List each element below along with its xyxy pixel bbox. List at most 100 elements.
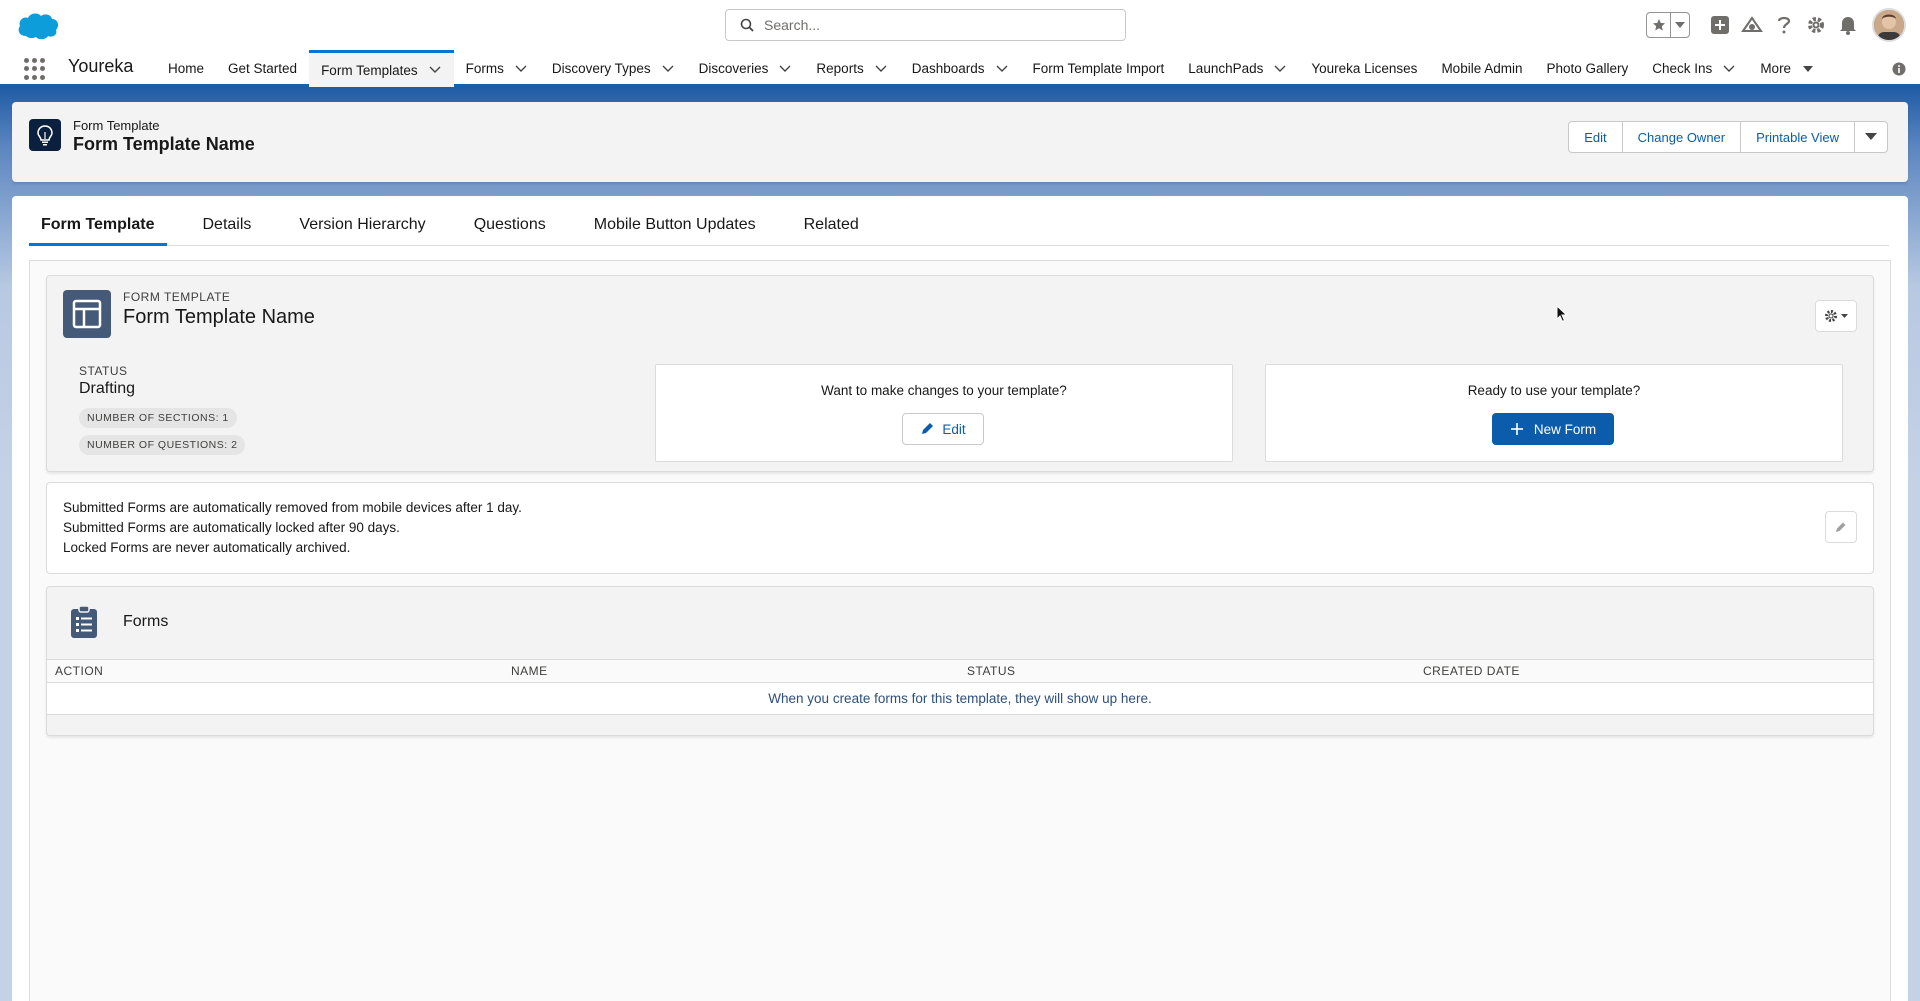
- nav-item-forms[interactable]: Forms: [454, 50, 540, 87]
- column-header-status[interactable]: STATUS: [967, 664, 1016, 678]
- record-tabs: Form Template Details Version Hierarchy …: [29, 212, 1889, 246]
- status-value: Drafting: [79, 380, 136, 397]
- nav-item-form-template-import[interactable]: Form Template Import: [1021, 50, 1177, 87]
- retention-mobile-text: Submitted Forms are automatically remove…: [63, 500, 522, 515]
- gear-icon: [1825, 310, 1837, 322]
- chevron-down-icon[interactable]: [1273, 62, 1287, 76]
- edit-record-button[interactable]: Edit: [1568, 121, 1623, 153]
- template-layout-icon: [63, 290, 111, 338]
- caret-down-icon[interactable]: [1801, 62, 1815, 76]
- favorites-star-icon[interactable]: [1647, 13, 1671, 37]
- setup-gear-icon[interactable]: [1800, 9, 1832, 41]
- edit-template-button[interactable]: Edit: [902, 413, 984, 445]
- change-owner-button[interactable]: Change Owner: [1621, 121, 1742, 153]
- notifications-bell-icon[interactable]: [1832, 9, 1864, 41]
- tab-mobile-button-updates[interactable]: Mobile Button Updates: [582, 212, 768, 246]
- forms-empty-message: When you create forms for this template,…: [47, 683, 1873, 715]
- nav-item-reports[interactable]: Reports: [804, 50, 899, 87]
- nav-item-form-templates[interactable]: Form Templates: [309, 50, 454, 87]
- change-template-box: Want to make changes to your template? E…: [655, 364, 1233, 462]
- nav-item-label: Discoveries: [698, 61, 769, 76]
- nav-item-label: Dashboards: [911, 61, 985, 76]
- app-name: Youreka: [68, 56, 134, 76]
- nav-item-label: More: [1760, 61, 1792, 76]
- tab-related[interactable]: Related: [792, 212, 871, 246]
- search-placeholder: Search...: [764, 17, 821, 33]
- caret-down-icon: [1865, 133, 1877, 140]
- retention-lock-text: Submitted Forms are automatically locked…: [63, 520, 400, 535]
- column-header-created-date[interactable]: CREATED DATE: [1423, 664, 1520, 678]
- nav-item-discovery-types[interactable]: Discovery Types: [540, 50, 687, 87]
- help-icon[interactable]: [1768, 9, 1800, 41]
- pencil-icon: [1836, 522, 1846, 532]
- card-title: Form Template Name: [123, 306, 315, 328]
- forms-table: ACTION NAME STATUS CREATED DATE When you…: [47, 659, 1873, 715]
- nav-item-dashboards[interactable]: Dashboards: [900, 50, 1021, 87]
- nav-item-launchpads[interactable]: LaunchPads: [1176, 50, 1299, 87]
- trailhead-icon[interactable]: [1736, 9, 1768, 41]
- tab-version-hierarchy[interactable]: Version Hierarchy: [287, 212, 437, 246]
- nav-item-label: Photo Gallery: [1546, 61, 1629, 76]
- use-template-prompt: Ready to use your template?: [1467, 383, 1641, 398]
- use-template-box: Ready to use your template? New Form: [1265, 364, 1843, 462]
- tab-details[interactable]: Details: [191, 212, 264, 246]
- chevron-down-icon[interactable]: [514, 62, 528, 76]
- user-avatar[interactable]: [1872, 8, 1906, 42]
- favorites-dropdown-icon[interactable]: [1671, 13, 1689, 37]
- app-launcher-icon[interactable]: [24, 58, 46, 80]
- change-template-prompt: Want to make changes to your template?: [821, 383, 1067, 398]
- card-settings-button[interactable]: [1815, 300, 1857, 332]
- chevron-down-icon[interactable]: [874, 62, 888, 76]
- chevron-down-icon[interactable]: [661, 62, 675, 76]
- nav-item-get-started[interactable]: Get Started: [216, 50, 309, 87]
- edit-template-label: Edit: [942, 421, 966, 437]
- info-icon[interactable]: [1892, 62, 1906, 76]
- nav-item-label: Discovery Types: [551, 61, 651, 76]
- forms-related-card: Forms ACTION NAME STATUS CREATED DATE Wh…: [46, 586, 1874, 736]
- lightbulb-icon: [29, 119, 61, 151]
- favorites-group: [1646, 12, 1690, 38]
- search-input[interactable]: Search...: [725, 9, 1126, 41]
- column-header-action[interactable]: ACTION: [55, 664, 103, 678]
- nav-item-label: Form Templates: [321, 62, 418, 78]
- nav-item-mobile-admin[interactable]: Mobile Admin: [1429, 50, 1534, 87]
- nav-item-discoveries[interactable]: Discoveries: [687, 50, 805, 87]
- forms-card-title: Forms: [123, 613, 169, 630]
- nav-item-home[interactable]: Home: [156, 50, 216, 87]
- nav-items: Home Get Started Form Templates Forms Di…: [156, 50, 1827, 87]
- nav-item-photo-gallery[interactable]: Photo Gallery: [1534, 50, 1640, 87]
- column-header-name[interactable]: NAME: [511, 664, 548, 678]
- chevron-down-icon[interactable]: [428, 63, 442, 77]
- nav-item-label: Forms: [465, 61, 504, 76]
- retention-settings-card: Submitted Forms are automatically remove…: [46, 482, 1874, 574]
- salesforce-cloud-logo[interactable]: [16, 10, 60, 42]
- retention-archive-text: Locked Forms are never automatically arc…: [63, 540, 351, 555]
- global-header: Search...: [0, 0, 1920, 50]
- chevron-down-icon[interactable]: [995, 62, 1009, 76]
- tab-form-template[interactable]: Form Template: [29, 212, 167, 246]
- caret-down-icon: [1841, 313, 1848, 318]
- edit-retention-button[interactable]: [1825, 511, 1857, 543]
- nav-item-more[interactable]: More: [1748, 50, 1827, 87]
- nav-item-label: Check Ins: [1652, 61, 1713, 76]
- status-label: STATUS: [79, 364, 128, 378]
- clipboard-list-icon: [71, 605, 97, 638]
- printable-view-button[interactable]: Printable View: [1740, 121, 1855, 153]
- nav-item-check-ins[interactable]: Check Ins: [1640, 50, 1748, 87]
- app-nav-bar: Youreka Home Get Started Form Templates …: [0, 50, 1920, 87]
- record-title: Form Template Name: [73, 134, 255, 154]
- chevron-down-icon[interactable]: [778, 62, 792, 76]
- more-actions-button[interactable]: [1854, 121, 1888, 153]
- nav-item-label: Home: [168, 61, 205, 76]
- nav-item-label: Form Template Import: [1032, 61, 1165, 76]
- global-actions-add-icon[interactable]: [1704, 9, 1736, 41]
- nav-item-label: Mobile Admin: [1441, 61, 1523, 76]
- nav-item-youreka-licenses[interactable]: Youreka Licenses: [1299, 50, 1429, 87]
- tab-content-panel: FORM TEMPLATE Form Template Name STATUS …: [29, 260, 1891, 1001]
- nav-item-label: LaunchPads: [1188, 61, 1264, 76]
- chevron-down-icon[interactable]: [1722, 62, 1736, 76]
- new-form-button[interactable]: New Form: [1492, 413, 1614, 445]
- nav-item-label: Youreka Licenses: [1311, 61, 1418, 76]
- tab-questions[interactable]: Questions: [462, 212, 558, 246]
- record-highlights-panel: Form Template Form Template Name Edit Ch…: [12, 102, 1908, 182]
